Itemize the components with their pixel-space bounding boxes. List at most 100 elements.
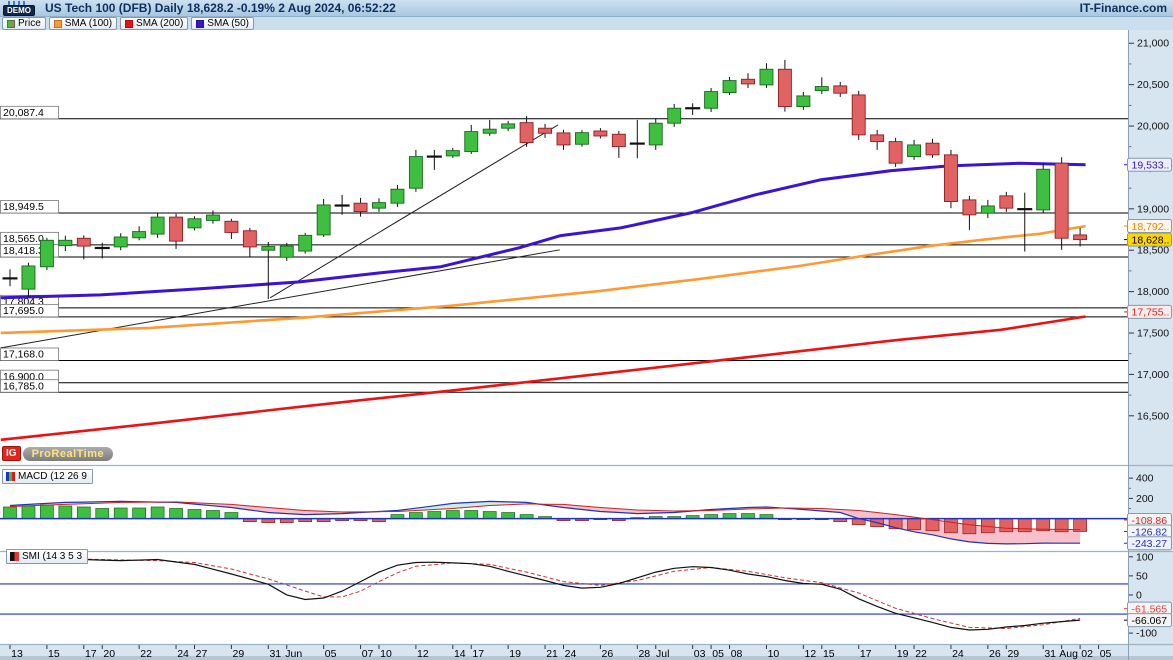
candle-body[interactable]: [908, 145, 921, 157]
smi-indicator-label[interactable]: SMI (14 3 5 3: [6, 549, 88, 564]
legend-sma50[interactable]: SMA (50): [191, 17, 254, 30]
candle-body[interactable]: [889, 142, 902, 164]
candle-body[interactable]: [133, 232, 146, 238]
level-label: 18,418.3: [3, 245, 44, 257]
demo-badge: DEMO: [3, 1, 39, 16]
candle-body[interactable]: [446, 151, 459, 156]
smi-label-text: SMI (14 3 5 3: [22, 551, 82, 562]
candle-body[interactable]: [1037, 169, 1050, 210]
candle-body[interactable]: [170, 217, 183, 241]
macd-bar: [151, 507, 164, 519]
value-badge-label: 17,755..: [1132, 307, 1170, 319]
prorealtime-watermark: IG ProRealTime: [2, 446, 113, 461]
macd-bar: [206, 511, 219, 519]
brand-link[interactable]: IT-Finance.com: [1080, 1, 1167, 15]
candle-body[interactable]: [188, 219, 201, 228]
candle-body[interactable]: [299, 235, 312, 251]
candle-body[interactable]: [981, 206, 994, 213]
candle-body[interactable]: [520, 123, 533, 143]
candle-doji[interactable]: [95, 247, 110, 249]
candle-body[interactable]: [317, 205, 330, 235]
candle-body[interactable]: [280, 246, 293, 257]
candle-body[interactable]: [668, 108, 681, 123]
chart-canvas[interactable]: 20,087.418,949.518,565.018,418.317,804.3…: [0, 30, 1173, 660]
date-label: 05: [712, 648, 724, 660]
candle-body[interactable]: [852, 95, 865, 135]
macd-bar: [502, 513, 515, 519]
smi-icon: [10, 552, 19, 561]
candle-body[interactable]: [502, 124, 515, 128]
price-tick-label: 21,000: [1137, 38, 1169, 50]
macd-bar: [114, 508, 127, 519]
candle-body[interactable]: [557, 133, 570, 145]
candle-body[interactable]: [1055, 163, 1068, 238]
candle-body[interactable]: [1000, 196, 1013, 208]
value-badge-label: 19,533..: [1132, 160, 1170, 172]
candle-body[interactable]: [649, 123, 662, 145]
date-label: 22: [140, 648, 152, 660]
candle-body[interactable]: [77, 238, 90, 246]
date-label: 07: [362, 648, 374, 660]
legend-sma100[interactable]: SMA (100): [49, 17, 117, 30]
plot-background: [0, 30, 1128, 645]
candle-body[interactable]: [483, 129, 496, 133]
candle-body[interactable]: [354, 203, 367, 211]
date-label: 29: [1007, 648, 1019, 660]
candle-doji[interactable]: [427, 155, 442, 157]
demo-label: DEMO: [3, 5, 35, 16]
legend-price-label: Price: [18, 18, 41, 29]
candle-doji[interactable]: [630, 142, 645, 144]
candle-body[interactable]: [963, 200, 976, 215]
candle-doji[interactable]: [335, 204, 350, 206]
candle-body[interactable]: [742, 79, 755, 84]
candle-body[interactable]: [871, 135, 884, 142]
candle-body[interactable]: [834, 86, 847, 93]
date-label: 22: [915, 648, 927, 660]
price-tick-label: 17,000: [1137, 369, 1169, 381]
candle-body[interactable]: [40, 240, 53, 266]
candle-body[interactable]: [760, 69, 773, 85]
candle-body[interactable]: [815, 87, 828, 91]
date-label: 14: [454, 648, 466, 660]
legend-price[interactable]: Price: [2, 17, 46, 30]
ig-logo: IG: [2, 446, 21, 461]
candle-body[interactable]: [22, 266, 35, 289]
candle-doji[interactable]: [3, 277, 18, 279]
candle-body[interactable]: [225, 221, 238, 232]
date-label: 08: [731, 648, 743, 660]
candle-body[interactable]: [705, 92, 718, 109]
candle-body[interactable]: [1074, 235, 1087, 240]
candle-body[interactable]: [114, 237, 127, 247]
candle-body[interactable]: [391, 189, 404, 203]
legend-sma200[interactable]: SMA (200): [120, 17, 188, 30]
date-label: 24: [952, 648, 964, 660]
candle-body[interactable]: [723, 81, 736, 93]
candle-body[interactable]: [262, 247, 275, 251]
candle-body[interactable]: [151, 217, 164, 234]
macd-bar: [723, 514, 736, 519]
candle-body[interactable]: [612, 134, 625, 146]
candle-body[interactable]: [409, 157, 422, 189]
candle-body[interactable]: [944, 155, 957, 202]
date-label: 12: [805, 648, 817, 660]
macd-bar: [483, 512, 496, 519]
macd-bar: [742, 514, 755, 519]
candle-doji[interactable]: [1017, 208, 1032, 210]
macd-bar: [59, 506, 72, 519]
candle-body[interactable]: [539, 128, 552, 133]
candle-body[interactable]: [926, 143, 939, 155]
candle-body[interactable]: [465, 132, 478, 152]
candle-body[interactable]: [243, 231, 256, 247]
macd-bar: [96, 508, 109, 518]
candle-body[interactable]: [797, 96, 810, 107]
candle-body[interactable]: [373, 203, 386, 209]
candle-doji[interactable]: [685, 107, 700, 109]
candle-body[interactable]: [575, 133, 588, 145]
date-label: 24: [565, 648, 577, 660]
candle-body[interactable]: [778, 69, 791, 106]
candle-body[interactable]: [206, 215, 219, 220]
date-label: 28: [638, 648, 650, 660]
candle-body[interactable]: [59, 240, 72, 245]
macd-indicator-label[interactable]: MACD (12 26 9: [2, 469, 93, 484]
candle-body[interactable]: [594, 131, 607, 136]
